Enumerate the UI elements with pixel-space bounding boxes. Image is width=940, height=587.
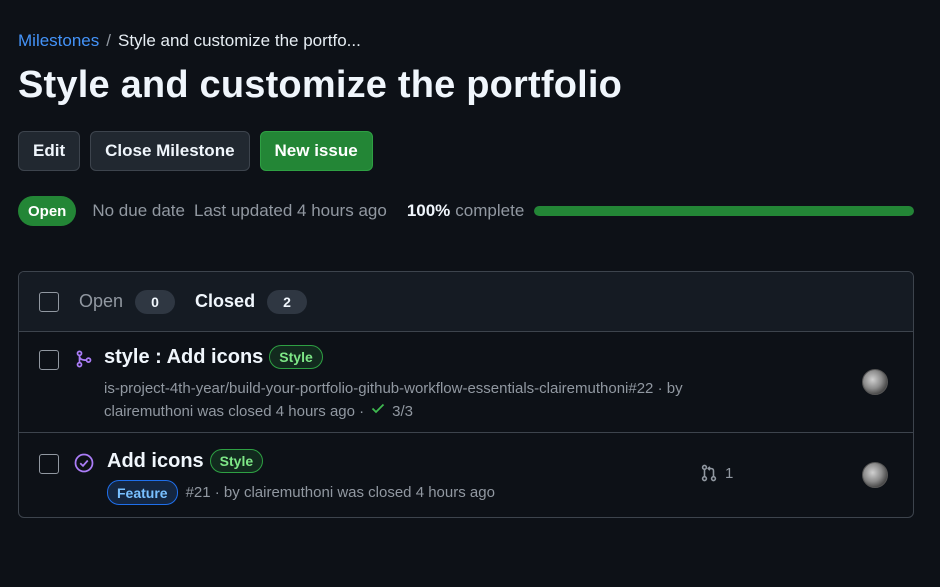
issues-list-header: Open 0 Closed 2	[19, 272, 913, 332]
linked-pr-count: 1	[725, 464, 734, 482]
label-style[interactable]: Style	[209, 449, 264, 473]
breadcrumb: Milestones / Style and customize the por…	[18, 31, 361, 51]
status-badge: Open	[18, 196, 77, 226]
git-merge-icon	[75, 350, 93, 373]
item-meta: Feature #21 · by clairemuthoni was close…	[107, 480, 495, 505]
breadcrumb-milestones-link[interactable]: Milestones	[18, 31, 99, 51]
item-meta-closed-text: clairemuthoni was closed 4 hours ago ·	[104, 402, 365, 420]
label-feature[interactable]: Feature	[107, 480, 178, 505]
issue-closed-icon	[74, 453, 94, 478]
last-updated: Last updated 4 hours ago	[193, 201, 387, 220]
item-checkbox[interactable]	[39, 350, 59, 370]
percent-complete: 100%	[406, 201, 451, 220]
edit-button[interactable]: Edit	[18, 131, 81, 171]
avatar[interactable]	[862, 462, 888, 488]
item-title-link[interactable]: style : Add icons	[104, 346, 263, 369]
item-meta-closed: clairemuthoni was closed 4 hours ago · 3…	[104, 400, 413, 423]
progress-bar-fill	[534, 206, 914, 216]
item-title-line: Add icons Style	[107, 449, 264, 473]
list-item: style : Add icons Style is-project-4th-y…	[19, 333, 913, 433]
tab-open-label: Open	[79, 291, 124, 311]
milestone-actions: Edit Close Milestone New issue	[18, 131, 373, 171]
new-issue-button[interactable]: New issue	[259, 131, 373, 171]
item-meta-repo: is-project-4th-year/build-your-portfolio…	[104, 380, 683, 397]
issues-list: Open 0 Closed 2 style : Add icons Style …	[18, 271, 914, 518]
select-all-checkbox[interactable]	[39, 291, 59, 312]
label-style[interactable]: Style	[269, 345, 323, 369]
page-title: Style and customize the portfolio	[18, 64, 623, 106]
item-title-link[interactable]: Add icons	[107, 450, 204, 473]
close-milestone-button[interactable]: Close Milestone	[90, 131, 250, 171]
checks-count[interactable]: 3/3	[392, 401, 413, 423]
progress-bar	[534, 206, 914, 216]
tab-closed-label: Closed	[195, 291, 256, 311]
check-icon[interactable]	[370, 400, 386, 423]
tab-open-count: 0	[135, 289, 176, 314]
due-date: No due date	[92, 201, 185, 220]
breadcrumb-separator: /	[106, 31, 111, 50]
pull-request-icon	[701, 464, 717, 482]
milestone-status: Open No due date Last updated 4 hours ag…	[18, 196, 914, 226]
item-checkbox[interactable]	[39, 454, 59, 474]
breadcrumb-current: Style and customize the portfo...	[118, 31, 361, 50]
linked-pull-requests[interactable]: 1	[700, 464, 733, 482]
list-item: Add icons Style Feature #21 · by clairem…	[19, 434, 913, 517]
item-meta-text: #21 · by clairemuthoni was closed 4 hour…	[185, 483, 495, 501]
tab-closed-count: 2	[267, 289, 308, 314]
item-title-line: style : Add icons Style	[104, 345, 323, 369]
tab-open[interactable]: Open 0	[79, 289, 176, 314]
complete-label: complete	[455, 201, 525, 220]
avatar[interactable]	[862, 369, 888, 395]
tab-closed[interactable]: Closed 2	[195, 289, 308, 314]
